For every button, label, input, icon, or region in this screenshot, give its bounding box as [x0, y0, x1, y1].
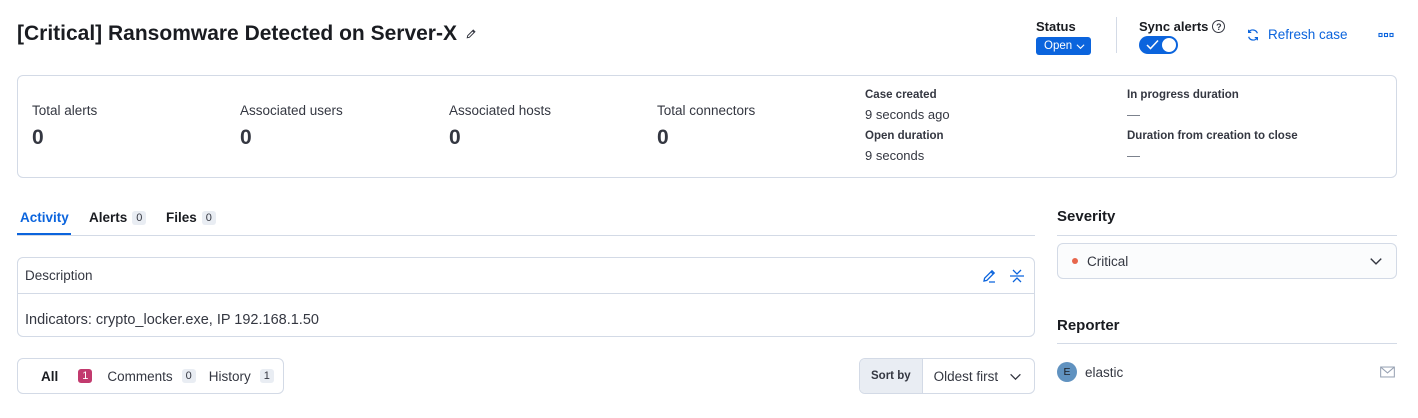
refresh-case-label: Refresh case	[1268, 27, 1348, 42]
stat-value: 0	[32, 126, 44, 149]
close-duration-label: Duration from creation to close	[1127, 130, 1298, 142]
activity-filter-group: All 1 Comments 0 History 1	[17, 358, 284, 394]
tab-activity[interactable]: Activity	[20, 210, 69, 225]
severity-title: Severity	[1057, 208, 1116, 225]
filter-comments-button[interactable]: Comments 0	[107, 368, 196, 384]
case-created-value: 9 seconds ago	[865, 107, 950, 122]
case-tabs: Activity Alerts 0 Files 0	[17, 200, 1035, 236]
filter-comments-label: Comments	[107, 368, 173, 384]
close-duration-value: —	[1127, 148, 1140, 163]
email-icon[interactable]	[1380, 366, 1395, 378]
stat-value: 0	[449, 126, 461, 149]
filter-all-label: All	[41, 368, 59, 384]
collapse-description-icon[interactable]	[1009, 268, 1025, 284]
case-created-label: Case created	[865, 89, 937, 101]
chevron-down-icon	[1370, 258, 1382, 265]
toggle-knob	[1161, 37, 1177, 53]
avatar: E	[1057, 362, 1077, 382]
description-header: Description	[18, 258, 1034, 294]
stat-value: 0	[657, 126, 669, 149]
stat-associated-hosts: Associated hosts 0	[449, 103, 551, 150]
severity-divider	[1057, 235, 1397, 236]
open-duration-label: Open duration	[865, 130, 944, 142]
case-title: [Critical] Ransomware Detected on Server…	[17, 22, 477, 46]
reporter-title: Reporter	[1057, 317, 1120, 334]
description-heading: Description	[25, 268, 93, 283]
stat-label: Associated users	[240, 103, 343, 118]
stat-value: 0	[240, 126, 252, 149]
stat-label: Associated hosts	[449, 103, 552, 118]
severity-value: Critical	[1087, 253, 1129, 269]
reporter-row: E elastic	[1057, 362, 1395, 382]
close-duration-block: Duration from creation to close —	[1127, 130, 1298, 163]
open-duration-block: Open duration 9 seconds	[865, 130, 944, 163]
sync-alerts-toggle[interactable]	[1139, 36, 1178, 54]
check-icon	[1146, 39, 1159, 50]
status-value: Open	[1044, 40, 1073, 52]
status-block: Status Open	[1036, 19, 1092, 55]
chevron-down-icon	[1010, 373, 1021, 380]
more-actions-icon[interactable]	[1378, 27, 1394, 43]
tab-count-badge: 0	[132, 210, 147, 225]
tab-label: Files	[166, 210, 197, 225]
active-tab-indicator	[17, 233, 71, 235]
chevron-down-icon	[1076, 43, 1085, 49]
filter-history-label: History	[208, 368, 251, 384]
sort-prepend-label: Sort by	[860, 359, 923, 393]
filter-history-button[interactable]: History 1	[209, 369, 274, 384]
case-created-block: Case created 9 seconds ago	[865, 89, 950, 122]
sync-alerts-block: Sync alerts ?	[1139, 19, 1226, 54]
tab-label: Activity	[20, 210, 69, 225]
stat-label: Total alerts	[32, 103, 98, 118]
reporter-divider	[1057, 343, 1397, 344]
in-progress-duration-value: —	[1127, 107, 1140, 122]
help-icon[interactable]: ?	[1212, 20, 1226, 33]
tab-alerts[interactable]: Alerts 0	[89, 210, 147, 225]
case-title-text: [Critical] Ransomware Detected on Server…	[17, 22, 457, 45]
tab-files[interactable]: Files 0	[166, 210, 216, 225]
sort-select[interactable]: Sort by Oldest first	[859, 358, 1035, 394]
stat-total-connectors: Total connectors 0	[657, 103, 755, 150]
edit-description-icon[interactable]	[981, 268, 997, 284]
sort-value-area: Oldest first	[923, 359, 1034, 393]
stat-associated-users: Associated users 0	[240, 103, 343, 150]
edit-title-icon[interactable]	[465, 28, 477, 40]
severity-select[interactable]: Critical	[1057, 243, 1397, 279]
description-panel: Description Indicators: crypto_locker.ex…	[17, 257, 1035, 337]
header-divider	[1116, 17, 1117, 53]
in-progress-duration-block: In progress duration —	[1127, 89, 1239, 122]
sort-value: Oldest first	[933, 368, 999, 384]
filter-comments-count: 0	[181, 369, 196, 383]
tab-count-badge: 0	[201, 210, 216, 225]
tab-label: Alerts	[89, 210, 128, 225]
status-dropdown[interactable]: Open	[1036, 37, 1092, 55]
case-stats-panel: Total alerts 0 Associated users 0 Associ…	[17, 75, 1397, 178]
status-label: Status	[1036, 19, 1076, 34]
sync-alerts-label: Sync alerts	[1139, 19, 1209, 34]
filter-all-button[interactable]: All	[41, 369, 58, 384]
filter-all-count: 1	[78, 369, 93, 383]
refresh-icon	[1248, 28, 1258, 41]
description-text: Indicators: crypto_locker.exe, IP 192.16…	[25, 312, 319, 328]
severity-dot-icon	[1072, 258, 1078, 264]
reporter-name: elastic	[1085, 364, 1124, 380]
refresh-case-button[interactable]: Refresh case	[1246, 27, 1348, 42]
stat-label: Total connectors	[657, 103, 756, 118]
filter-history-count: 1	[259, 369, 274, 383]
open-duration-value: 9 seconds	[865, 148, 925, 163]
in-progress-duration-label: In progress duration	[1127, 89, 1239, 101]
stat-total-alerts: Total alerts 0	[32, 103, 97, 150]
